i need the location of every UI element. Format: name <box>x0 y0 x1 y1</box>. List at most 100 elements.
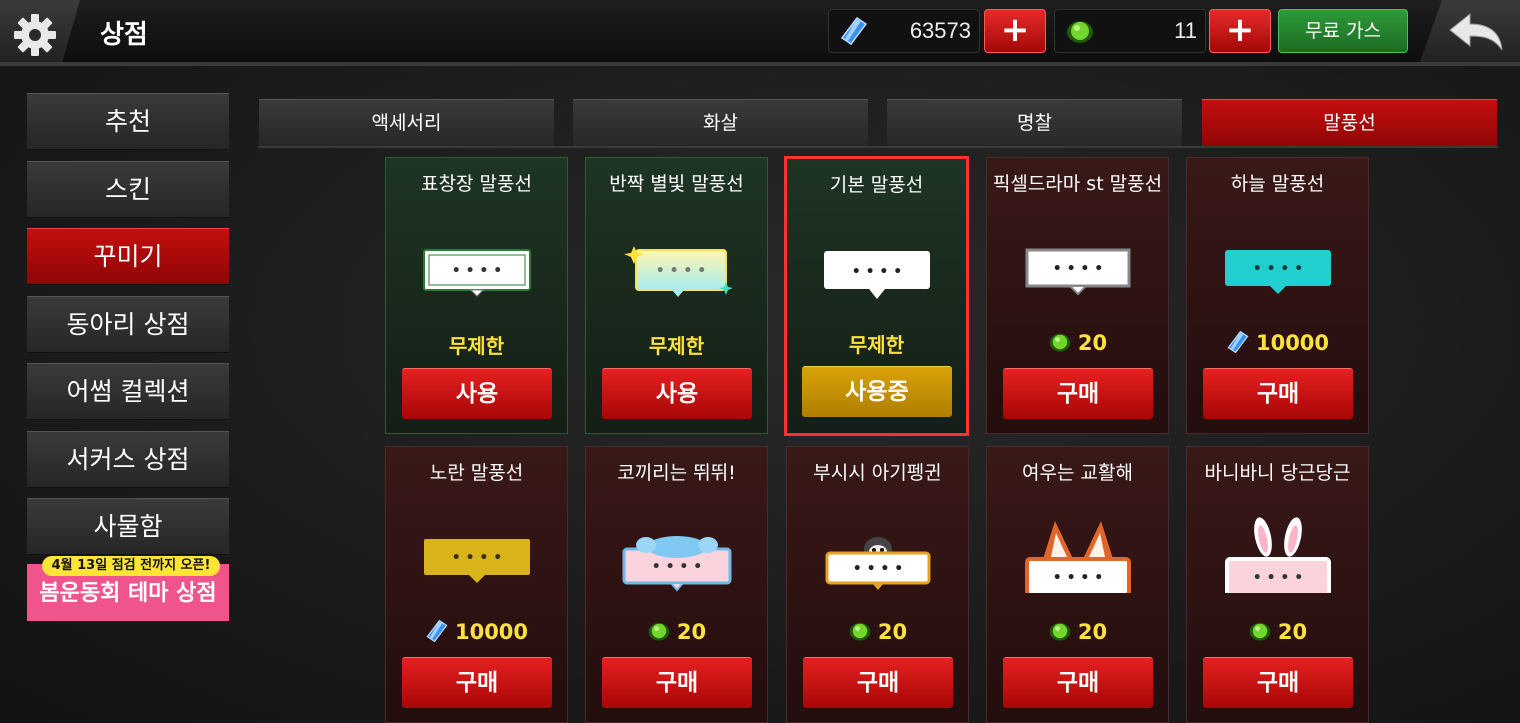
gas-icon <box>648 623 670 641</box>
menu-item-circus-shop[interactable]: 서커스 상점 <box>27 431 229 488</box>
gas-icon <box>849 623 871 641</box>
gas-icon <box>1049 623 1071 641</box>
item-name: 여우는 교활해 <box>1022 462 1133 484</box>
buy-button[interactable]: 구매 <box>1203 368 1353 419</box>
event-badge: 4월 13일 점검 전까지 오픈! <box>42 556 220 576</box>
price-value: 10000 <box>454 620 529 644</box>
tab-accessory[interactable]: 액세서리 <box>259 99 554 147</box>
menu-item-club-shop[interactable]: 동아리 상점 <box>27 296 229 353</box>
item-card[interactable]: 표창장 말풍선 • • • • 무제한 사용 <box>385 157 568 434</box>
buy-button[interactable]: 구매 <box>1203 657 1353 708</box>
price-value: 20 <box>676 620 707 644</box>
certificate-bubble-icon: • • • • <box>423 249 531 297</box>
back-arrow-icon <box>1449 12 1503 51</box>
in-use-button[interactable]: 사용중 <box>802 366 952 417</box>
price-value: 10000 <box>1255 331 1330 355</box>
bunny-bubble-icon: • • • • <box>1225 517 1331 593</box>
item-status: 무제한 <box>648 334 705 358</box>
menu-item-awesome-collection[interactable]: 어썸 컬렉션 <box>27 363 229 420</box>
back-button[interactable] <box>1420 0 1520 62</box>
penguin-bubble-icon: • • • • <box>825 537 931 590</box>
buy-button[interactable]: 구매 <box>602 657 752 708</box>
item-name: 부시시 아기펭귄 <box>813 462 942 484</box>
buy-button[interactable]: 구매 <box>803 657 953 708</box>
svg-text:• • • •: • • • • <box>452 263 502 279</box>
item-price: 20 <box>987 330 1168 355</box>
item-card[interactable]: 반짝 별빛 말풍선 • • • • 무제한 사용 <box>585 157 768 434</box>
item-name: 하늘 말풍선 <box>1230 173 1325 195</box>
gas-icon <box>1049 334 1071 352</box>
item-card[interactable]: 노란 말풍선 • • • • 10000 구매 <box>385 446 568 723</box>
basic-bubble-icon: • • • • <box>824 251 930 299</box>
svg-text:• • • •: • • • • <box>853 561 903 577</box>
buy-button[interactable]: 구매 <box>1003 368 1153 419</box>
item-card[interactable]: 부시시 아기펭귄 • • • • 20 구매 <box>786 446 969 723</box>
page-title: 상점 <box>100 20 148 50</box>
menu-item-locker[interactable]: 사물함 <box>27 498 229 555</box>
tab-speech-bubble[interactable]: 말풍선 <box>1202 99 1497 147</box>
item-price: 20 <box>586 619 767 644</box>
menu-item-decorate[interactable]: 꾸미기 <box>27 228 229 285</box>
elephant-bubble-icon: • • • • <box>622 536 732 592</box>
svg-text:• • • •: • • • • <box>656 263 706 279</box>
gas-icon <box>1067 21 1093 43</box>
item-name: 노란 말풍선 <box>429 462 524 484</box>
svg-text:• • • •: • • • • <box>1053 261 1103 277</box>
gas-count: 11 <box>1174 18 1197 43</box>
svg-text:• • • •: • • • • <box>1253 261 1303 277</box>
top-bar: 상점 63573 + 11 + 무료 가스 <box>0 0 1520 66</box>
svg-text:• • • •: • • • • <box>852 264 902 280</box>
item-name: 표창장 말풍선 <box>421 173 532 195</box>
item-price: 20 <box>1187 619 1368 644</box>
gem-icon <box>426 619 448 643</box>
free-gas-button[interactable]: 무료 가스 <box>1278 9 1408 53</box>
item-price: 20 <box>987 619 1168 644</box>
price-value: 20 <box>1077 331 1108 355</box>
item-card-selected[interactable]: 기본 말풍선 • • • • 무제한 사용중 <box>784 156 969 436</box>
tab-divider <box>258 146 1498 148</box>
gem-icon <box>1227 330 1249 354</box>
item-card[interactable]: 픽셀드라마 st 말풍선 • • • • 20 구매 <box>986 157 1169 434</box>
sky-bubble-icon: • • • • <box>1225 250 1331 294</box>
buy-button[interactable]: 구매 <box>1003 657 1153 708</box>
buy-button[interactable]: 구매 <box>402 657 552 708</box>
menu-item-skin[interactable]: 스킨 <box>27 161 229 218</box>
sparkle-bubble-icon: • • • • <box>624 246 732 297</box>
item-name: 기본 말풍선 <box>829 174 924 196</box>
gem-count: 63573 <box>909 18 971 43</box>
svg-text:• • • •: • • • • <box>1053 570 1103 586</box>
tab-nametag[interactable]: 명찰 <box>887 99 1182 147</box>
plus-icon: + <box>1000 10 1030 50</box>
gas-balance: 11 <box>1054 9 1206 53</box>
use-button[interactable]: 사용 <box>402 368 552 419</box>
item-name: 반짝 별빛 말풍선 <box>609 173 744 195</box>
menu-item-recommended[interactable]: 추천 <box>27 93 229 150</box>
price-value: 20 <box>1277 620 1308 644</box>
pixel-bubble-icon: • • • • <box>1025 248 1131 296</box>
item-card[interactable]: 바니바니 당근당근 • • • • 20 구매 <box>1186 446 1369 723</box>
gear-icon <box>14 14 56 56</box>
item-status: 무제한 <box>848 333 905 357</box>
price-value: 20 <box>877 620 908 644</box>
gem-icon <box>840 16 868 46</box>
item-name: 코끼리는 뛰뛰! <box>617 462 736 484</box>
item-price: 10000 <box>1187 330 1368 355</box>
item-price: 20 <box>787 619 968 644</box>
item-status: 무제한 <box>448 334 505 358</box>
add-gems-button[interactable]: + <box>984 9 1046 53</box>
plus-icon: + <box>1225 10 1255 50</box>
settings-button[interactable] <box>0 0 80 62</box>
item-card[interactable]: 여우는 교활해 • • • • 20 구매 <box>986 446 1169 723</box>
tab-arrow[interactable]: 화살 <box>573 99 868 147</box>
item-card[interactable]: 하늘 말풍선 • • • • 10000 구매 <box>1186 157 1369 434</box>
use-button[interactable]: 사용 <box>602 368 752 419</box>
gem-balance: 63573 <box>828 9 980 53</box>
fox-bubble-icon: • • • • <box>1025 521 1131 593</box>
item-name: 바니바니 당근당근 <box>1204 462 1351 484</box>
gas-icon <box>1249 623 1271 641</box>
item-name: 픽셀드라마 st 말풍선 <box>992 173 1163 195</box>
svg-text:• • • •: • • • • <box>452 550 502 566</box>
item-card[interactable]: 코끼리는 뛰뛰! • • • • 20 구매 <box>585 446 768 723</box>
add-gas-button[interactable]: + <box>1209 9 1271 53</box>
svg-text:• • • •: • • • • <box>1253 570 1303 586</box>
